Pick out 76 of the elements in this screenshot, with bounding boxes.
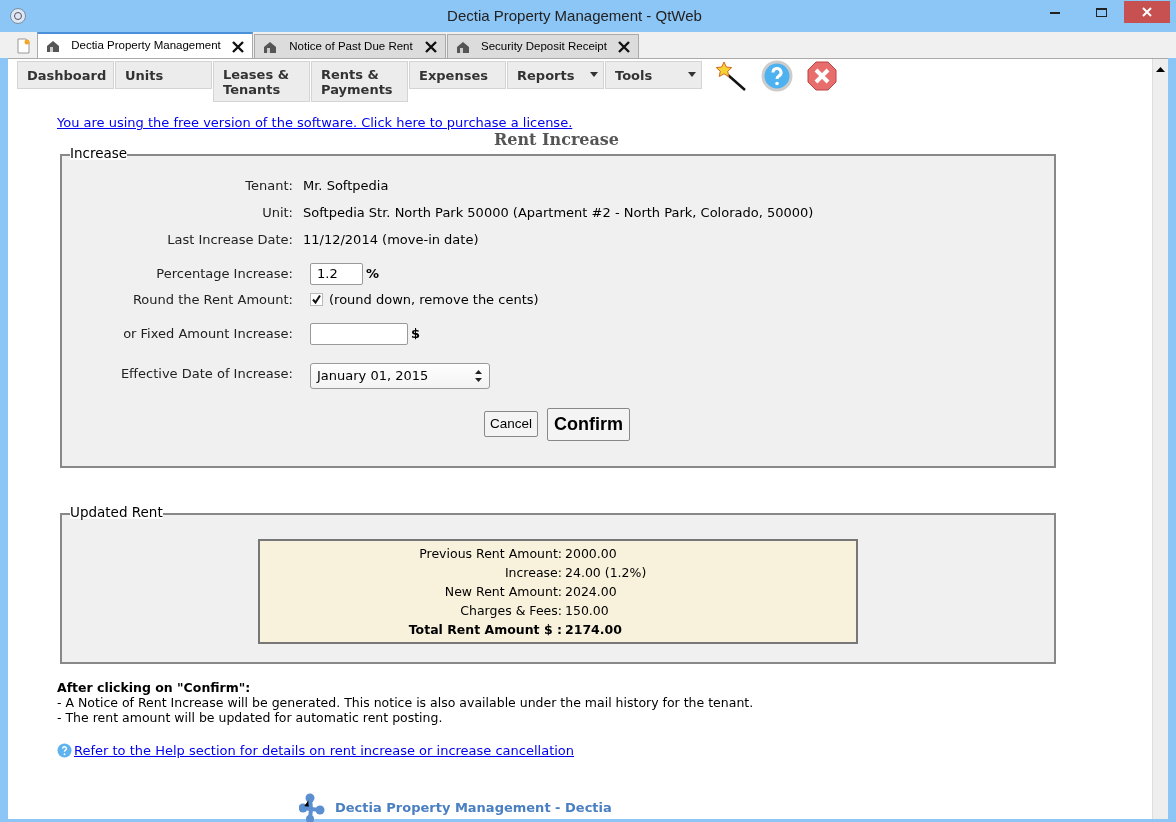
stop-icon[interactable]: [807, 61, 837, 91]
field-label: Unit:: [261, 203, 293, 222]
page-heading: Rent Increase: [493, 129, 620, 149]
maximize-icon: [1095, 7, 1107, 17]
summary-value: 2174.00: [565, 620, 622, 639]
field-label: Tenant:: [244, 176, 293, 195]
tab-label: Notice of Past Due Rent: [288, 38, 414, 54]
minimize-icon: [1050, 10, 1060, 14]
field-label: Percentage Increase:: [155, 264, 293, 283]
panel-legend: Increase: [70, 146, 128, 160]
note-text: - A Notice of Rent Increase will be generated. This notice is also available under the mail history for the tenant.: [57, 694, 755, 710]
logo-icon: [299, 793, 327, 822]
dropdown-caret-icon: [590, 72, 598, 77]
summary-label: New Rent Amount:: [443, 582, 563, 601]
close-icon: [425, 41, 437, 54]
house-icon: [46, 39, 60, 53]
house-icon: [263, 39, 277, 54]
menu-item[interactable]: Rents & Payments: [311, 61, 408, 102]
tab[interactable]: Dectia Property Management: [37, 32, 253, 58]
input-field[interactable]: 1.2: [310, 262, 363, 285]
help-icon: [57, 742, 72, 758]
summary-value: 150.00: [565, 601, 609, 620]
input-field[interactable]: [310, 322, 408, 345]
notes-title: After clicking on "Confirm":: [57, 679, 252, 695]
footer-text: Dectia Property Management - Dectia: [335, 799, 612, 818]
menu-item[interactable]: Reports: [507, 61, 604, 89]
tab[interactable]: Notice of Past Due Rent: [254, 34, 446, 58]
unit-label: %: [366, 264, 380, 283]
window-title: Dectia Property Management - QtWeb: [446, 6, 703, 27]
tab[interactable]: Security Deposit Receipt: [447, 34, 639, 58]
summary-label: Total Rent Amount $ :: [407, 620, 563, 639]
tab-label: Dectia Property Management: [70, 38, 222, 54]
field-value: 11/12/2014 (move-in date): [303, 230, 479, 249]
note-text: - The rent amount will be updated for automatic rent posting.: [57, 709, 444, 725]
menu-item[interactable]: Tools: [605, 61, 702, 89]
license-link[interactable]: You are using the free version of the software. Click here to purchase a license.: [57, 115, 573, 131]
close-tab-button[interactable]: [618, 38, 630, 55]
summary-label: Increase:: [503, 563, 563, 582]
field-label: Round the Rent Amount:: [131, 290, 293, 309]
close-icon: [618, 41, 630, 54]
app-icon: [9, 7, 27, 25]
summary-label: Previous Rent Amount:: [418, 544, 563, 563]
date-select[interactable]: January 01, 2015: [310, 362, 490, 389]
confirm-button[interactable]: Confirm: [547, 407, 631, 441]
field-value: Softpedia Str. North Park 50000 (Apartment #2 - North Park, Colorado, 50000): [303, 203, 814, 222]
summary-value: 2000.00: [565, 544, 617, 563]
checkbox-label: (round down, remove the cents): [329, 290, 539, 309]
tab-label: Security Deposit Receipt: [480, 38, 608, 54]
summary-value: 2024.00: [565, 582, 617, 601]
close-tab-button[interactable]: [425, 38, 437, 55]
menu-item[interactable]: Dashboard: [17, 61, 114, 89]
summary-value: 24.00 (1.2%): [565, 563, 647, 582]
checkbox[interactable]: [310, 293, 323, 306]
field-label: Effective Date of Increase:: [119, 364, 293, 383]
close-tab-button[interactable]: [232, 38, 244, 54]
close-icon: [232, 40, 244, 53]
spinner-arrows-icon[interactable]: [474, 368, 483, 383]
field-value: Mr. Softpedia: [303, 176, 389, 195]
menu-item[interactable]: Leases & Tenants: [213, 61, 310, 102]
summary-label: Charges & Fees:: [459, 601, 563, 620]
field-label: or Fixed Amount Increase:: [122, 324, 293, 343]
scroll-up-icon[interactable]: [1156, 67, 1165, 72]
menu-item[interactable]: Expenses: [409, 61, 506, 89]
panel-legend: Updated Rent: [70, 505, 163, 519]
menu-item[interactable]: Units: [115, 61, 212, 89]
house-icon: [456, 39, 470, 54]
close-icon: [1142, 7, 1152, 17]
help-link[interactable]: Refer to the Help section for details on rent increase or increase cancellation: [74, 740, 575, 760]
dropdown-caret-icon: [688, 72, 696, 77]
cancel-button[interactable]: Cancel: [484, 410, 539, 438]
document-icon: [16, 38, 30, 54]
scrollbar[interactable]: [1152, 59, 1168, 819]
close-button[interactable]: [1124, 1, 1170, 23]
unit-label: $: [411, 324, 421, 343]
magic-wand-icon[interactable]: [715, 61, 747, 91]
field-label: Last Increase Date:: [166, 230, 293, 249]
